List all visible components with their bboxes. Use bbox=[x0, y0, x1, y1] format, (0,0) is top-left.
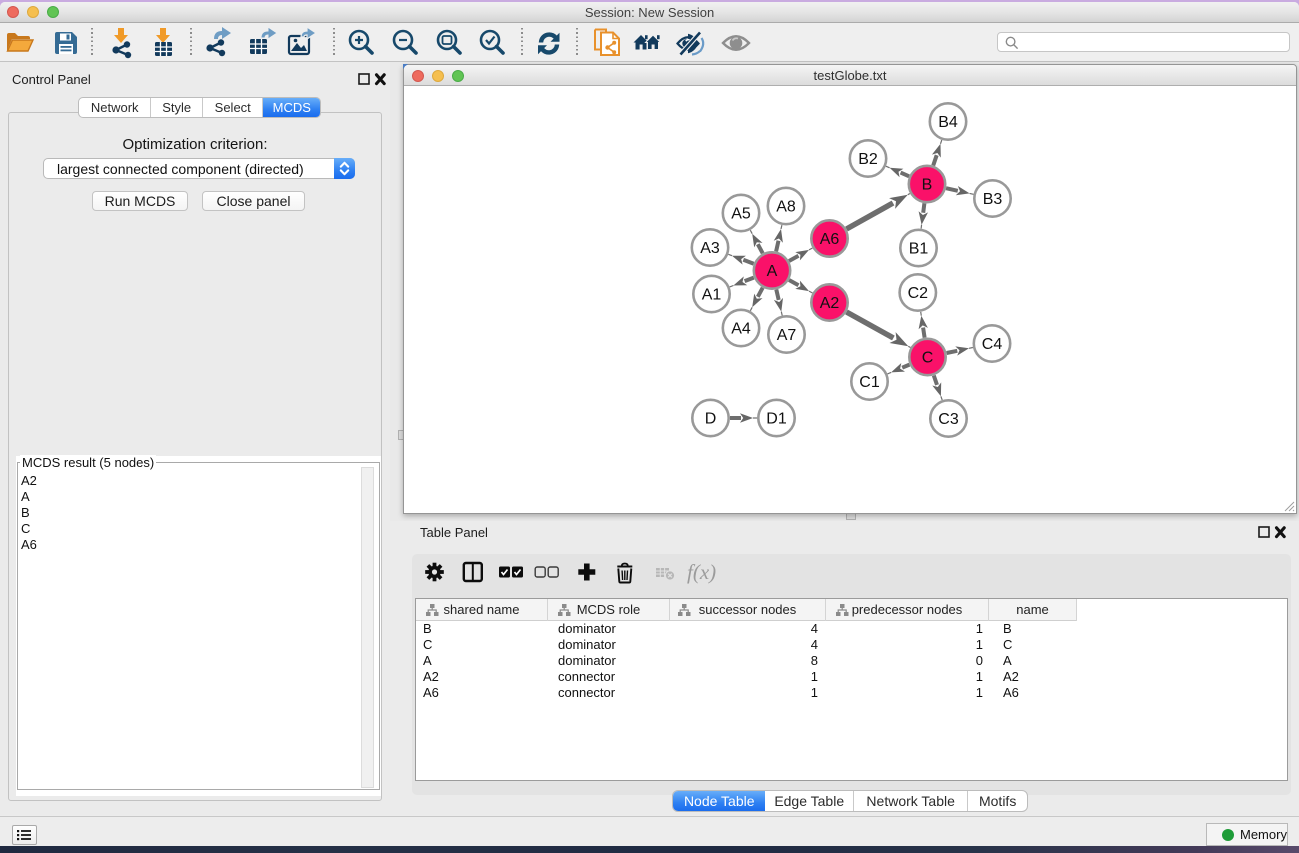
svg-text:D: D bbox=[705, 411, 717, 428]
svg-text:A2: A2 bbox=[820, 295, 840, 312]
svg-text:B: B bbox=[922, 177, 933, 194]
svg-text:D1: D1 bbox=[766, 411, 787, 428]
svg-text:A6: A6 bbox=[820, 231, 840, 248]
svg-text:B2: B2 bbox=[858, 151, 878, 168]
svg-text:B4: B4 bbox=[938, 114, 958, 131]
svg-text:A5: A5 bbox=[731, 206, 751, 223]
svg-text:f(x): f(x) bbox=[687, 560, 716, 584]
svg-text:C2: C2 bbox=[908, 285, 929, 302]
svg-text:B1: B1 bbox=[909, 241, 929, 258]
svg-text:A4: A4 bbox=[731, 321, 751, 338]
svg-text:C4: C4 bbox=[982, 336, 1003, 353]
svg-text:C1: C1 bbox=[859, 374, 880, 391]
svg-text:B3: B3 bbox=[983, 191, 1003, 208]
svg-text:A3: A3 bbox=[700, 240, 720, 257]
svg-text:A7: A7 bbox=[777, 327, 797, 344]
svg-text:A: A bbox=[767, 263, 778, 280]
svg-text:C3: C3 bbox=[938, 411, 959, 428]
svg-text:C: C bbox=[922, 350, 934, 367]
svg-text:A8: A8 bbox=[776, 199, 796, 216]
svg-text:A1: A1 bbox=[702, 287, 722, 304]
